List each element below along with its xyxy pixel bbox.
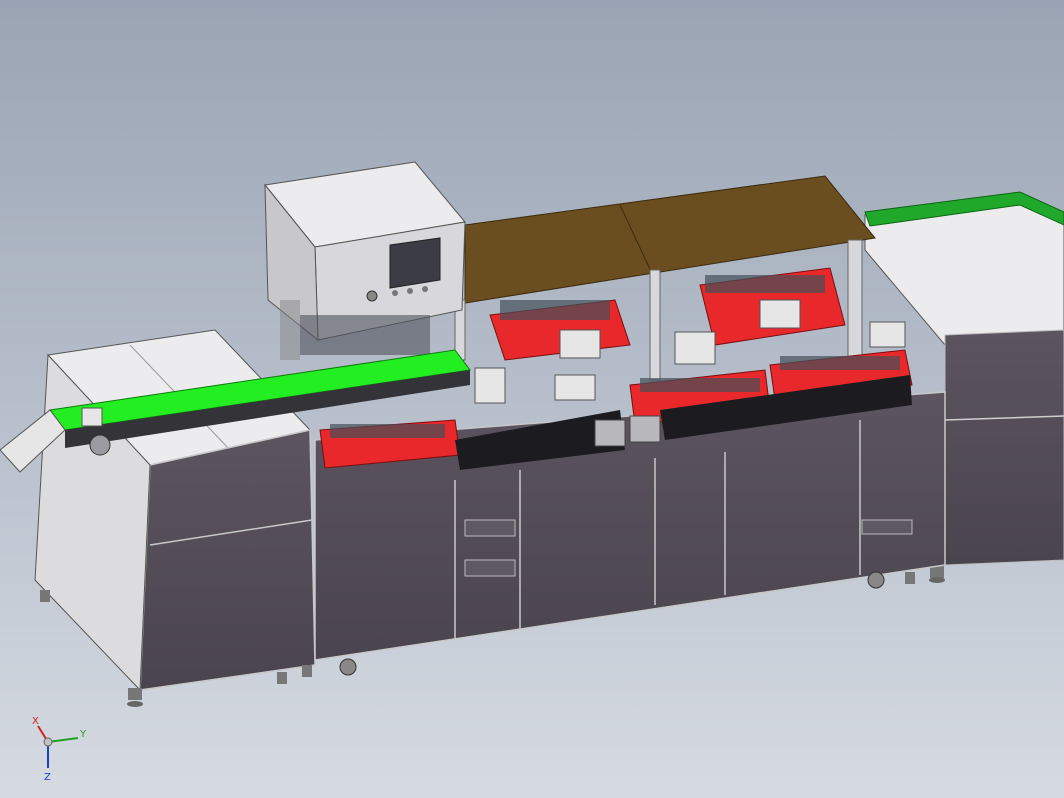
control-cabinet (264, 161, 466, 360)
coordinate-triad: X Y Z (32, 716, 87, 783)
machine-model[interactable]: X Y Z (0, 0, 1064, 798)
y-axis-arrow (47, 737, 79, 743)
hmi-screen (389, 237, 441, 289)
y-axis-label: Y (79, 729, 87, 740)
cad-viewport[interactable]: X Y Z (0, 0, 1064, 798)
z-axis-label: Z (44, 772, 51, 783)
x-axis-label: X (32, 716, 39, 727)
